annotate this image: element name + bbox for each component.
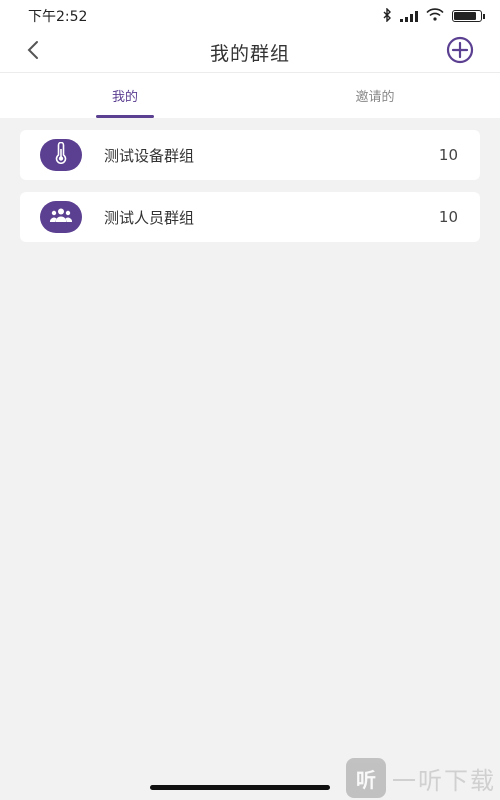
page-title: 我的群组: [209, 42, 290, 65]
wifi-icon: [426, 8, 444, 24]
group-item[interactable]: 测试设备群组 10: [20, 130, 480, 180]
home-indicator[interactable]: [150, 785, 330, 790]
group-name: 测试人员群组: [104, 208, 195, 227]
group-count: 10: [438, 208, 458, 226]
watermark-badge: 听: [346, 758, 386, 798]
chevron-left-icon: [26, 40, 40, 64]
tab-label: 我的: [111, 90, 138, 105]
group-avatar: [40, 139, 82, 171]
back-button[interactable]: [18, 36, 48, 68]
bluetooth-icon: [382, 6, 392, 25]
group-name: 测试设备群组: [104, 146, 195, 165]
thermometer-icon: [54, 141, 68, 168]
people-icon: [49, 207, 73, 227]
group-count: 10: [438, 146, 458, 164]
plus-circle-icon: [446, 36, 474, 68]
watermark-text: 一听下载: [392, 766, 496, 795]
group-list: 测试设备群组 10 测试人员群组 10: [20, 130, 480, 254]
tab-indicator: [96, 115, 154, 118]
tab-label: 邀请的: [355, 90, 395, 105]
watermark: 听 一听下载: [346, 758, 496, 798]
group-item[interactable]: 测试人员群组 10: [20, 192, 480, 242]
battery-icon: [452, 10, 485, 22]
navigation-bar: 我的群组: [0, 32, 500, 72]
add-group-button[interactable]: [444, 36, 476, 68]
status-bar: 下午2:52: [0, 0, 500, 32]
group-avatar: [40, 201, 82, 233]
status-time: 下午2:52: [28, 9, 88, 25]
tab-mine[interactable]: 我的: [0, 73, 250, 118]
tab-invited[interactable]: 邀请的: [250, 73, 500, 118]
signal-icon: [400, 10, 418, 22]
status-icons: [382, 6, 485, 25]
tab-bar: 我的 邀请的: [0, 72, 500, 118]
battery-level: [454, 12, 477, 20]
